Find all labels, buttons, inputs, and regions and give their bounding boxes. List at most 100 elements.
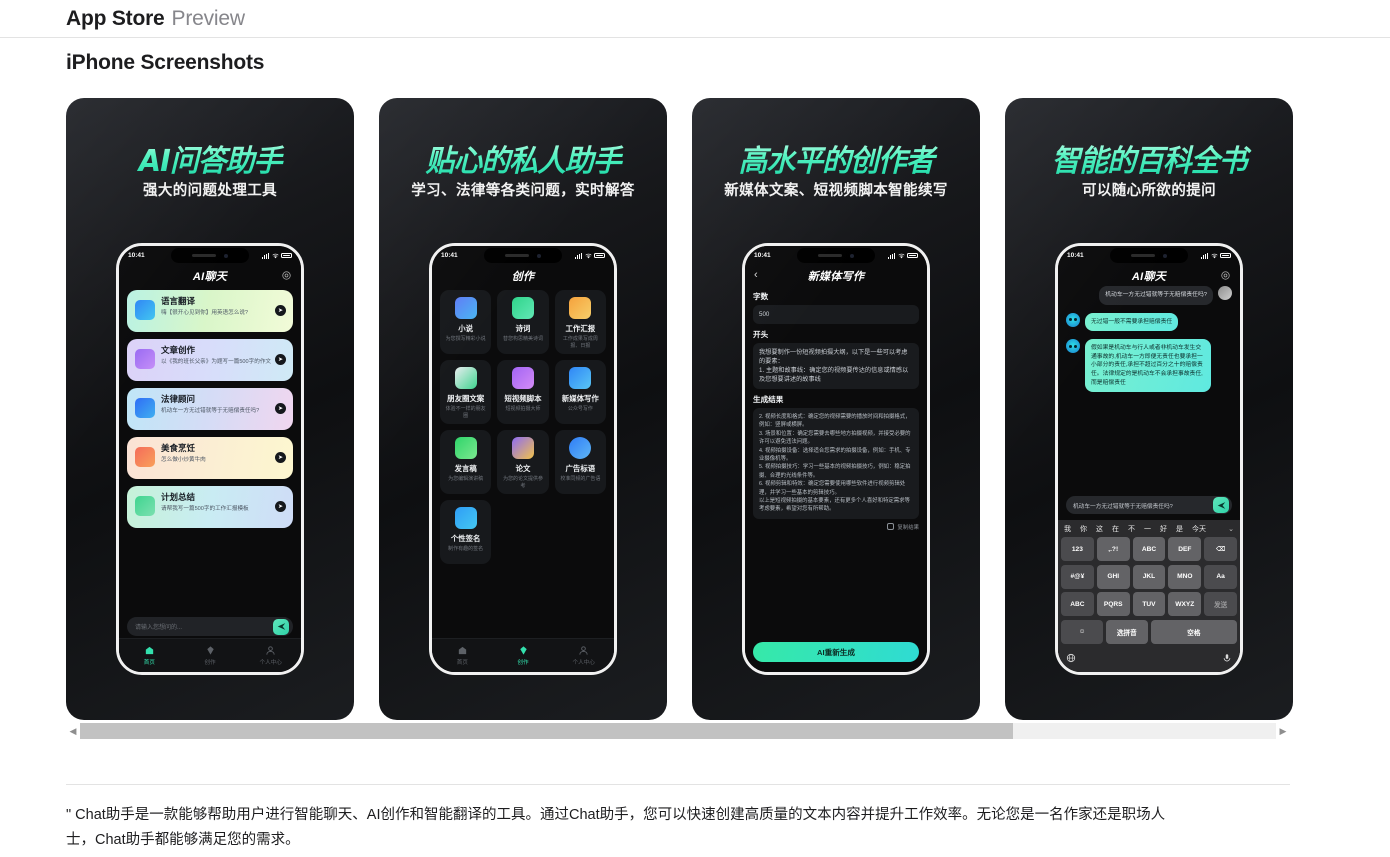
key-ghi[interactable]: GHI: [1096, 564, 1130, 589]
grid-item-thesis[interactable]: 论文 为您的论文提供参考: [497, 430, 549, 494]
tab-bar-1[interactable]: 首页 创作 个人中心: [119, 638, 301, 672]
chevron-right-icon[interactable]: ➤: [275, 452, 286, 463]
send-button[interactable]: [273, 618, 289, 635]
globe-icon[interactable]: [1066, 653, 1076, 663]
key-mno[interactable]: MNO: [1168, 564, 1202, 589]
app-title: AI聊天: [192, 271, 228, 283]
key-space[interactable]: 空格: [1150, 619, 1237, 644]
card-cooking[interactable]: 美食烹饪 怎么做小炒黄牛肉 ➤: [127, 437, 293, 479]
chat-input-bar-1[interactable]: 请输入您想问的...: [127, 617, 293, 636]
tab-bar-2[interactable]: 首页 创作 个人中心: [432, 638, 614, 672]
grid-item-work-report[interactable]: 工作汇报 工作成果写成周报、日报: [554, 290, 606, 354]
keyboard-row[interactable]: ABC PQRS TUV WXYZ 发送: [1061, 592, 1237, 616]
card-legal-advisor[interactable]: 法律顾问 机动车一方无过错就等于无赔偿责任吗? ➤: [127, 388, 293, 430]
screenshot-1[interactable]: AI问答助手 强大的问题处理工具 10:41 AI聊天 语言翻译 嗨【很开心见到…: [66, 98, 354, 720]
key-wxyz[interactable]: WXYZ: [1168, 592, 1202, 616]
screenshot-2[interactable]: 贴心的私人助手 学习、法律等各类问题，实时解答 10:41 创作 小说 为您撰写…: [379, 98, 667, 720]
grid-item-title: 个性签名: [450, 534, 481, 543]
suggestion[interactable]: 一: [1144, 524, 1151, 534]
chevron-down-icon[interactable]: ⌄: [1228, 525, 1234, 533]
suggestion[interactable]: 不: [1128, 524, 1135, 534]
suggestion[interactable]: 你: [1080, 524, 1087, 534]
key-123[interactable]: 123: [1061, 537, 1094, 561]
backspace-icon[interactable]: ⌫: [1204, 537, 1237, 561]
suggestion-card-list[interactable]: 语言翻译 嗨【很开心见到你】用英语怎么说? ➤ 文章创作 以《我的班长父亲》为题…: [127, 290, 293, 535]
new-media-writing-form[interactable]: 字数 500 开头 我想要制作一份短视频拍摄大纲，以下是一些可以考虑的要素： 1…: [753, 286, 919, 531]
chevron-right-icon[interactable]: ➤: [275, 305, 286, 316]
key-abc-mode[interactable]: ABC: [1061, 592, 1094, 616]
tab-home[interactable]: 首页: [119, 639, 180, 672]
opening-input[interactable]: 我想要制作一份短视频拍摄大纲，以下是一些可以考虑的要素： 1. 主题和故事线：确…: [753, 343, 919, 389]
key-send[interactable]: 发送: [1204, 592, 1237, 616]
card-language-translate[interactable]: 语言翻译 嗨【很开心见到你】用英语怎么说? ➤: [127, 290, 293, 332]
creation-grid[interactable]: 小说 为您撰写精彩小说 诗词 替您构思精美诗词 工作汇报 工作成果写成周报、日报: [440, 290, 606, 564]
suggestion[interactable]: 在: [1112, 524, 1119, 534]
key-punct[interactable]: ,.?!: [1096, 537, 1130, 561]
key-abc[interactable]: ABC: [1132, 537, 1166, 561]
grid-item-new-media-writing[interactable]: 新媒体写作 公众号写作: [554, 360, 606, 424]
card-article-writing[interactable]: 文章创作 以《我的班长父亲》为题写一篇500字的作文 ➤: [127, 339, 293, 381]
key-pqrs[interactable]: PQRS: [1096, 592, 1130, 616]
scroll-right-arrow[interactable]: ▶: [1276, 726, 1290, 737]
keyboard-bottom-bar[interactable]: [1058, 647, 1240, 669]
screenshot-4[interactable]: 智能的百科全书 可以随心所欲的提问 10:41 AI聊天 机动车一方无过错就等于…: [1005, 98, 1293, 720]
regenerate-button[interactable]: AI重新生成: [753, 642, 919, 662]
gear-icon[interactable]: [1220, 270, 1231, 281]
tab-home[interactable]: 首页: [432, 639, 493, 672]
keyboard-suggestion-bar[interactable]: 我 你 这 在 不 一 好 是 今天 ⌄: [1058, 520, 1240, 537]
key-symbols[interactable]: #@¥: [1061, 564, 1094, 589]
screenshot-3[interactable]: 高水平的创作者 新媒体文案、短视频脚本智能续写 10:41 ‹ 新媒体写作 字数…: [692, 98, 980, 720]
tab-profile[interactable]: 个人中心: [553, 639, 614, 672]
send-button[interactable]: [1213, 497, 1229, 513]
key-jkl[interactable]: JKL: [1132, 564, 1166, 589]
grid-item-poetry[interactable]: 诗词 替您构思精美诗词: [497, 290, 549, 354]
tab-create[interactable]: 创作: [493, 639, 554, 672]
keyboard-row[interactable]: 123 ,.?! ABC DEF ⌫: [1061, 537, 1237, 561]
keyboard-row[interactable]: ☺ 选拼音 空格: [1061, 619, 1237, 644]
on-screen-keyboard[interactable]: 我 你 这 在 不 一 好 是 今天 ⌄ 123 ,.?! ABC DEF ⌫ …: [1058, 520, 1240, 672]
grid-item-title: 朋友圈文案: [447, 394, 485, 403]
key-tuv[interactable]: TUV: [1132, 592, 1166, 616]
chevron-right-icon[interactable]: ➤: [275, 403, 286, 414]
suggestion[interactable]: 是: [1176, 524, 1183, 534]
suggestion[interactable]: 我: [1064, 524, 1071, 534]
horizontal-scrollbar[interactable]: ◀ ▶: [66, 722, 1290, 740]
card-plan-summary[interactable]: 计划总结 请帮我写一篇500字的工作汇报模板 ➤: [127, 486, 293, 528]
signature-icon: [454, 507, 477, 529]
keyboard-row[interactable]: #@¥ GHI JKL MNO Aa: [1061, 564, 1237, 589]
back-icon[interactable]: ‹: [754, 269, 758, 281]
gear-icon[interactable]: [281, 270, 292, 281]
screenshot-gallery[interactable]: AI问答助手 强大的问题处理工具 10:41 AI聊天 语言翻译 嗨【很开心见到…: [66, 98, 1293, 720]
scroll-left-arrow[interactable]: ◀: [66, 726, 80, 737]
grid-item-desc: 为您编辑演讲稿: [448, 476, 484, 482]
scrollbar-track[interactable]: [80, 723, 1276, 739]
wifi-icon: [897, 253, 905, 258]
scrollbar-thumb[interactable]: [80, 723, 1013, 739]
chevron-right-icon[interactable]: ➤: [275, 354, 286, 365]
copy-result-button[interactable]: 复制结果: [753, 523, 919, 531]
app-store-topbar: App Store Preview: [0, 0, 1390, 38]
key-pinyin-select[interactable]: 选拼音: [1105, 619, 1148, 644]
key-def[interactable]: DEF: [1168, 537, 1202, 561]
grid-item-speech[interactable]: 发言稿 为您编辑演讲稿: [440, 430, 492, 494]
grid-item-signature[interactable]: 个性签名 制作有趣的签名: [440, 500, 492, 564]
tab-profile[interactable]: 个人中心: [240, 639, 301, 672]
grid-item-novel[interactable]: 小说 为您撰写精彩小说: [440, 290, 492, 354]
emoji-icon[interactable]: ☺: [1061, 619, 1103, 644]
tab-create[interactable]: 创作: [180, 639, 241, 672]
chevron-right-icon[interactable]: ➤: [275, 501, 286, 512]
suggestion[interactable]: 好: [1160, 524, 1167, 534]
key-case-shift[interactable]: Aa: [1204, 564, 1237, 589]
grid-item-short-video-script[interactable]: 短视频脚本 短视频拍摄大师: [497, 360, 549, 424]
suggestion[interactable]: 今天: [1192, 524, 1206, 534]
chat-input-placeholder[interactable]: 请输入您想问的...: [135, 622, 273, 631]
grid-item-title: 广告标语: [565, 464, 596, 473]
microphone-icon[interactable]: [1222, 653, 1232, 663]
chat-input-bar-4[interactable]: 机动车一方无过错就等于无赔偿责任吗?: [1066, 496, 1232, 514]
chat-input-value[interactable]: 机动车一方无过错就等于无赔偿责任吗?: [1073, 501, 1213, 510]
book-icon: [454, 297, 477, 319]
grid-item-moments-copy[interactable]: 朋友圈文案 体验不一样的朋友圈: [440, 360, 492, 424]
word-count-input[interactable]: 500: [753, 305, 919, 324]
grid-item-ad-slogan[interactable]: 广告标语 校准同频的广告语: [554, 430, 606, 494]
suggestion[interactable]: 这: [1096, 524, 1103, 534]
